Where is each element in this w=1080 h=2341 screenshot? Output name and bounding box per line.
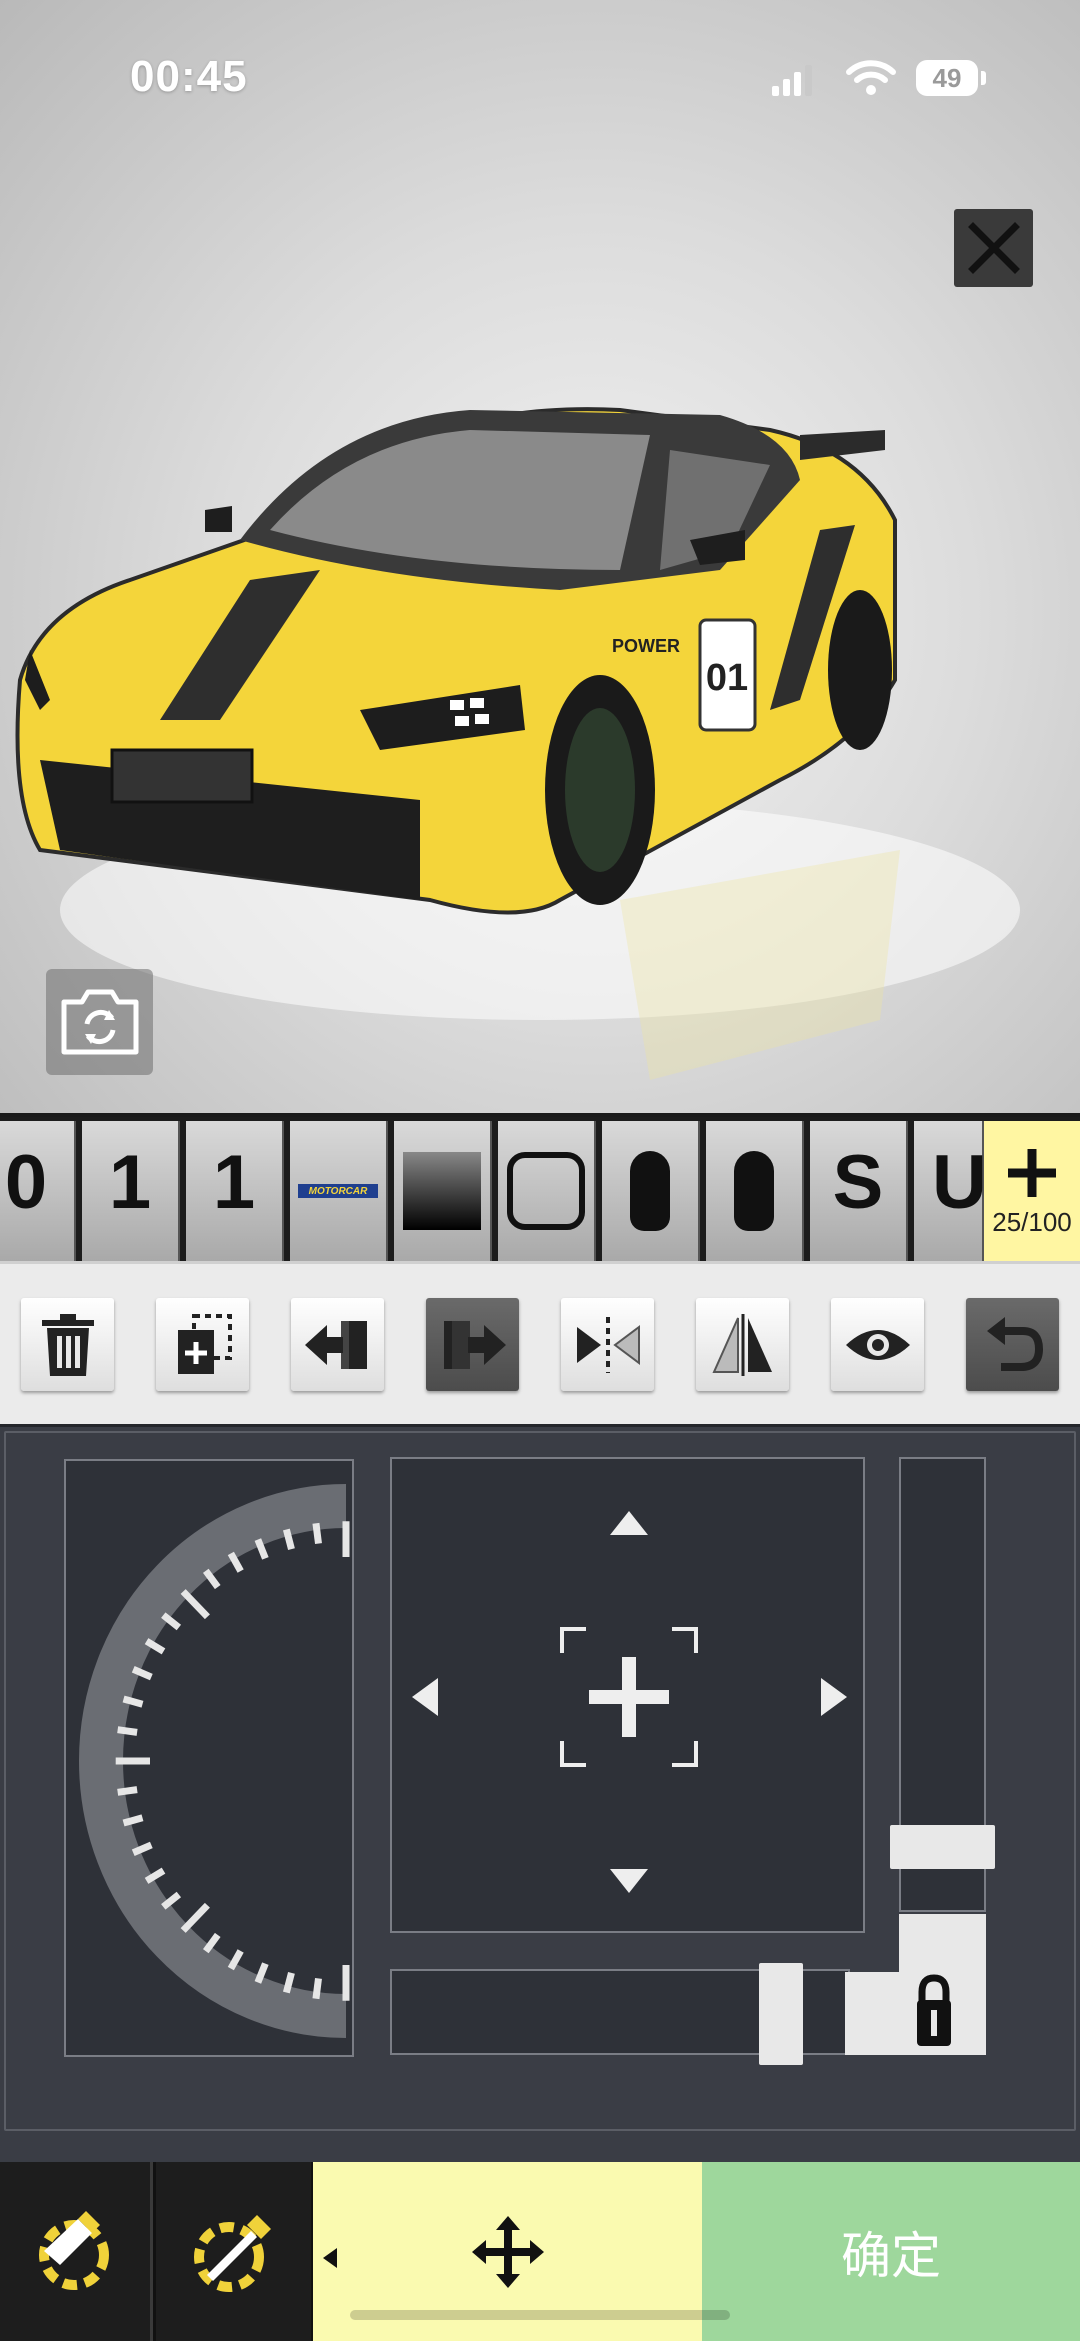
home-indicator (350, 2310, 730, 2320)
layer-char: 0 (4, 1139, 48, 1225)
dial-tick (180, 1902, 210, 1933)
motorcar-logo-text: MOTORCAR (308, 1185, 368, 1197)
dial-tick (161, 1891, 182, 1910)
pill-shape (734, 1151, 774, 1231)
wifi-icon (846, 60, 896, 95)
dial-tick (202, 1568, 221, 1590)
flip-vertical-icon (711, 1313, 772, 1376)
horizontal-scale-slider[interactable] (390, 1963, 850, 2065)
layer-tile-rounded-rect[interactable] (498, 1121, 596, 1261)
car-3d-viewport[interactable]: 00:45 49 01 POWER (0, 0, 1080, 1113)
layer-char: 1 (212, 1139, 256, 1225)
confirm-button[interactable]: 确定 (702, 2162, 1080, 2341)
car-model[interactable]: 01 POWER (0, 380, 1080, 1100)
rotation-dial[interactable] (64, 1459, 354, 2057)
undo-icon (986, 1316, 1043, 1371)
sticker-icon (193, 2214, 271, 2292)
trash-icon (41, 1313, 94, 1376)
camera-rotate-icon (61, 989, 138, 1055)
layer-tile-0[interactable]: 0 (0, 1121, 76, 1261)
visibility-toggle[interactable] (831, 1298, 924, 1391)
flip-vertical-button[interactable] (696, 1298, 789, 1391)
layer-char: 1 (108, 1139, 152, 1225)
delete-button[interactable] (21, 1298, 114, 1391)
layer-tile-pill-b[interactable] (706, 1121, 804, 1261)
dial-tick (283, 1971, 295, 1994)
send-backward-button[interactable] (291, 1298, 384, 1391)
layer-count: 25/100 (992, 1206, 1072, 1237)
confirm-label: 确定 (841, 2226, 941, 2285)
close-icon (967, 222, 1020, 274)
layer-tile-1b[interactable]: 1 (186, 1121, 284, 1261)
move-pad-controls (412, 1511, 847, 1893)
arrow-down-icon[interactable] (610, 1869, 648, 1893)
move-icon (471, 2215, 544, 2288)
signal-icon (772, 65, 812, 96)
bring-forward-button[interactable] (426, 1298, 519, 1391)
send-backward-icon (304, 1320, 367, 1369)
rotation-dial-ticks (79, 1484, 350, 2038)
battery-tip (981, 71, 986, 85)
layer-char: S (832, 1139, 884, 1225)
arrow-right-icon[interactable] (821, 1678, 847, 1716)
layer-strip[interactable]: 0 1 1 MOTORCAR S U 25/100 (0, 1113, 1080, 1261)
close-button[interactable] (954, 209, 1033, 287)
dial-tick (283, 1528, 295, 1551)
move-pad[interactable] (390, 1457, 865, 1933)
layer-char: U (932, 1139, 987, 1225)
layer-tile-gradient[interactable] (394, 1121, 492, 1261)
tool-row (0, 1261, 1080, 1424)
dial-tick (161, 1612, 182, 1631)
status-icons: 49 (770, 56, 990, 102)
add-layer-button[interactable]: 25/100 (984, 1121, 1080, 1261)
plus-icon (1008, 1148, 1056, 1197)
status-time: 00:45 (130, 52, 248, 101)
rounded-rect-shape (507, 1152, 585, 1230)
layer-tile-pill-a[interactable] (602, 1121, 700, 1261)
layer-tile-logo[interactable]: MOTORCAR (290, 1121, 388, 1261)
undo-button[interactable] (966, 1298, 1059, 1391)
brand-sticker: POWER (612, 636, 680, 656)
status-bar: 00:45 49 (0, 0, 1080, 150)
battery-indicator: 49 (916, 60, 978, 96)
pill-shape (630, 1151, 670, 1231)
dial-tick (117, 1786, 138, 1796)
motorcar-logo: MOTORCAR (298, 1184, 378, 1198)
gradient-swatch (403, 1152, 481, 1230)
dial-tick (312, 1977, 322, 2000)
sticker-tab[interactable] (156, 2162, 311, 2341)
dial-tick (312, 1522, 322, 1545)
eye-icon (845, 1329, 910, 1360)
duplicate-icon (177, 1313, 232, 1374)
paint-tab[interactable] (0, 2162, 153, 2341)
aspect-lock-toggle[interactable] (845, 1912, 986, 2055)
dial-tick (202, 1932, 221, 1954)
bring-forward-icon (443, 1320, 506, 1369)
arrow-left-icon[interactable] (412, 1678, 438, 1716)
layer-tile-u[interactable]: U (914, 1121, 987, 1261)
dial-tick (117, 1726, 138, 1736)
chevron-left-icon[interactable] (321, 2246, 339, 2270)
car-number: 01 (706, 657, 748, 699)
camera-switch-button[interactable] (46, 969, 153, 1075)
flip-horizontal-icon (576, 1316, 640, 1373)
flip-horizontal-button[interactable] (561, 1298, 654, 1391)
layer-tile-1a[interactable]: 1 (82, 1121, 180, 1261)
vertical-slider-thumb[interactable] (890, 1825, 995, 1869)
horizontal-slider-thumb[interactable] (759, 1963, 803, 2065)
duplicate-button[interactable] (156, 1298, 249, 1391)
layer-tile-s[interactable]: S (810, 1121, 908, 1261)
brush-icon (39, 2210, 109, 2290)
dial-tick (180, 1589, 210, 1620)
arrow-up-icon[interactable] (610, 1511, 648, 1535)
